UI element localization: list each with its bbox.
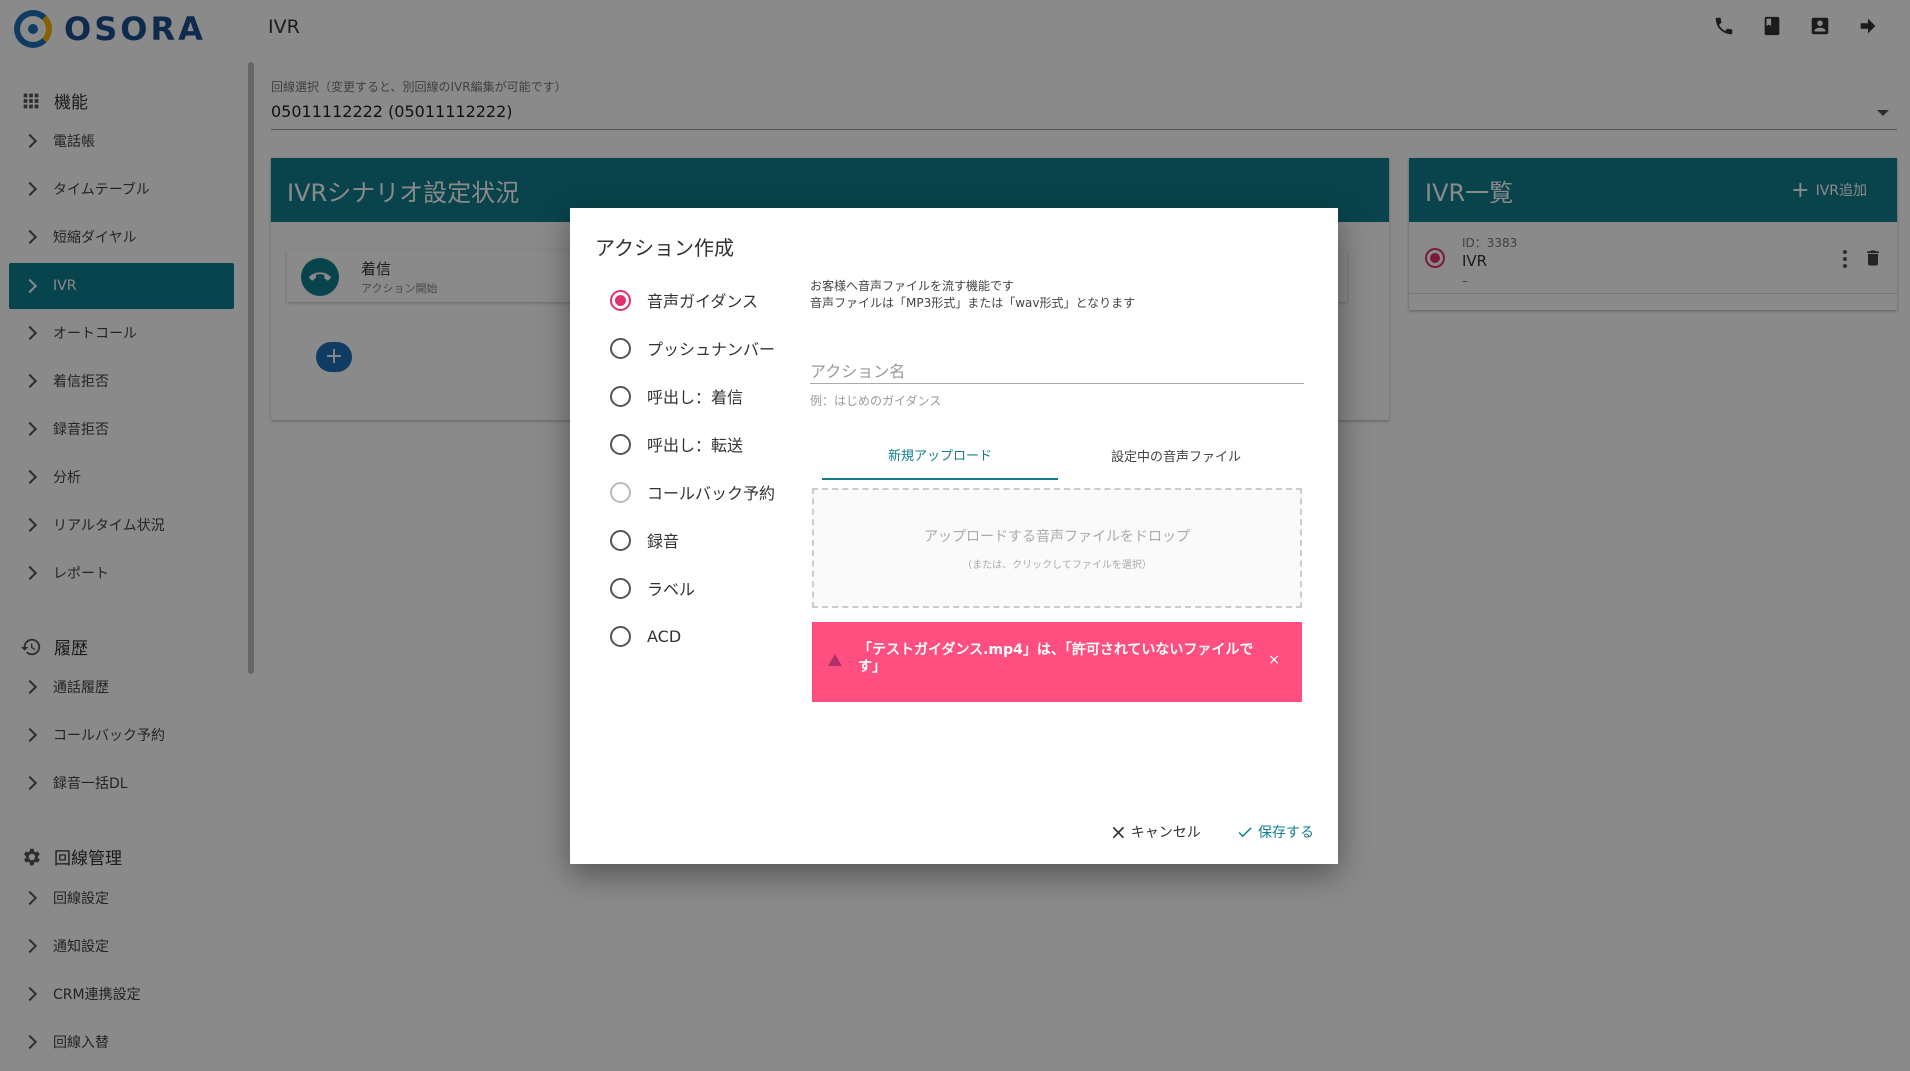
radio-unchecked-icon xyxy=(610,577,631,599)
radio-unchecked-icon xyxy=(610,385,631,407)
audio-dropzone[interactable]: アップロードする音声ファイルをドロップ （または、クリックしてファイルを選択） xyxy=(812,488,1302,608)
radio-voice-guidance[interactable]: 音声ガイダンス xyxy=(610,286,810,314)
radio-call-transfer[interactable]: 呼出し：転送 xyxy=(610,430,810,458)
radio-label-action[interactable]: ラベル xyxy=(610,574,810,602)
warning-icon xyxy=(828,654,842,666)
radio-call-incoming[interactable]: 呼出し：着信 xyxy=(610,382,810,410)
error-alert: 「テストガイダンス.mp4」は、「許可されていないファイルです」 × xyxy=(812,622,1302,702)
radio-label: コールバック予約 xyxy=(647,484,776,503)
radio-unchecked-icon xyxy=(610,337,631,359)
radio-disabled-icon xyxy=(610,481,631,503)
radio-recording[interactable]: 録音 xyxy=(610,526,810,554)
alert-close-icon[interactable]: × xyxy=(1268,652,1280,668)
radio-label: 呼出し：着信 xyxy=(647,388,744,407)
save-button[interactable]: 保存する xyxy=(1236,822,1314,842)
radio-label: プッシュナンバー xyxy=(647,340,776,359)
action-name-placeholder: アクション名 xyxy=(810,362,906,381)
radio-acd[interactable]: ACD xyxy=(610,622,810,650)
tab-new-upload[interactable]: 新規アップロード xyxy=(822,430,1058,480)
description-line: お客様へ音声ファイルを流す機能です xyxy=(810,279,1015,293)
alert-text: 「テストガイダンス.mp4」は、「許可されていないファイルです」 xyxy=(858,642,1254,675)
radio-unchecked-icon xyxy=(610,433,631,455)
upload-tabs: 新規アップロード 設定中の音声ファイル xyxy=(822,430,1298,480)
close-icon: × xyxy=(1110,820,1127,844)
action-create-dialog: アクション作成 音声ガイダンス プッシュナンバー 呼出し：着信 呼出し：転送 コ… xyxy=(570,208,1338,864)
cancel-label: キャンセル xyxy=(1130,825,1201,841)
tab-current-audio[interactable]: 設定中の音声ファイル xyxy=(1058,430,1294,480)
action-name-input[interactable]: アクション名 xyxy=(810,354,1304,384)
radio-checked-icon xyxy=(610,289,631,311)
save-label: 保存する xyxy=(1258,825,1314,841)
radio-push-number[interactable]: プッシュナンバー xyxy=(610,334,810,362)
dropzone-text: アップロードする音声ファイルをドロップ xyxy=(924,529,1190,545)
radio-label: ACD xyxy=(647,626,682,646)
check-icon xyxy=(1238,827,1252,838)
radio-label: ラベル xyxy=(647,580,696,599)
radio-label: 録音 xyxy=(647,532,680,551)
dropzone-subtext: （または、クリックしてファイルを選択） xyxy=(962,560,1152,571)
radio-label: 音声ガイダンス xyxy=(647,292,759,311)
radio-unchecked-icon xyxy=(610,625,631,647)
action-description: お客様へ音声ファイルを流す機能です 音声ファイルは「MP3形式」または「wav形… xyxy=(810,278,1135,312)
cancel-button[interactable]: × キャンセル xyxy=(1110,822,1201,842)
action-name-hint: 例：はじめのガイダンス xyxy=(810,394,942,408)
description-line: 音声ファイルは「MP3形式」または「wav形式」となります xyxy=(810,296,1136,310)
radio-unchecked-icon xyxy=(610,529,631,551)
dialog-title: アクション作成 xyxy=(595,236,734,260)
radio-callback-reservation[interactable]: コールバック予約 xyxy=(610,478,810,506)
radio-label: 呼出し：転送 xyxy=(647,436,744,455)
